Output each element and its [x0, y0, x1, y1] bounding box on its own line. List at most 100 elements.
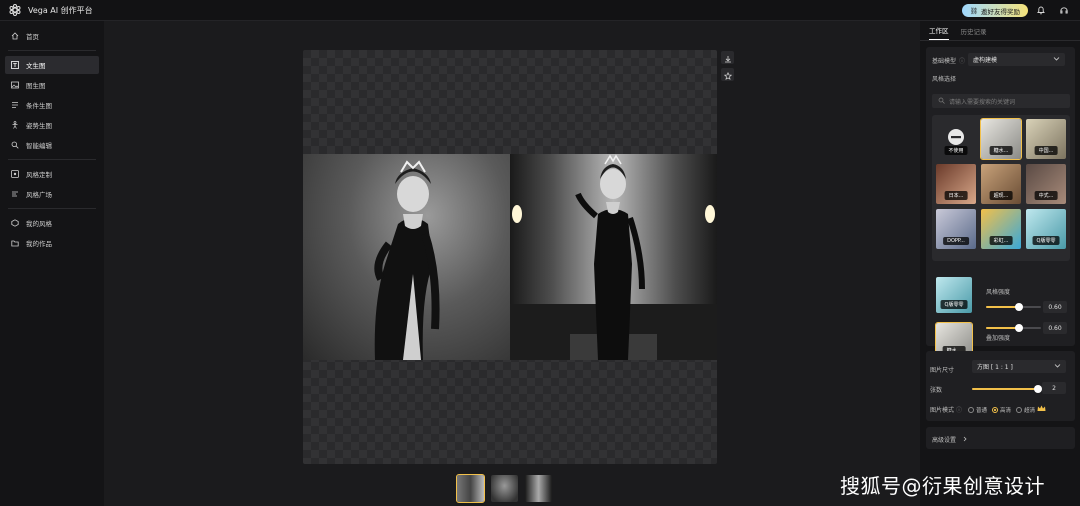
sidebar-item-label: 智能编辑 — [26, 142, 52, 150]
radio-dot — [968, 406, 975, 413]
style-tile-none[interactable]: 不使用 — [936, 119, 976, 159]
slider-knob[interactable] — [1015, 303, 1023, 311]
sidebar-item-my-works[interactable]: 我的作品 — [5, 234, 99, 252]
style-tile[interactable]: 超现... — [981, 164, 1021, 204]
image-canvas[interactable] — [303, 50, 717, 464]
search-placeholder: 请输入需要搜索的关键词 — [949, 98, 1016, 106]
crown-icon — [1037, 405, 1046, 414]
search-icon — [938, 97, 945, 106]
help-icon[interactable]: ⓘ — [956, 405, 962, 414]
style-tile[interactable]: DOPP... — [936, 209, 976, 249]
radio-label: 高清 — [1000, 407, 1012, 414]
top-bar: Vega AI 创作平台 ⛓ 邀好友得奖励 — [0, 0, 1080, 21]
style-label: 风格选择 — [932, 76, 957, 83]
favorite-button[interactable] — [721, 68, 734, 81]
overlay-strength-label: 叠加强度 — [986, 335, 1011, 342]
radio-normal[interactable]: 普通 — [968, 406, 987, 414]
count-label: 张数 — [930, 387, 943, 394]
generated-image-right[interactable] — [510, 154, 717, 360]
headset-icon[interactable] — [1058, 4, 1070, 16]
style-square-icon — [11, 190, 19, 198]
bell-icon[interactable] — [1035, 4, 1047, 16]
sidebar-item-smart-edit[interactable]: 智能编辑 — [5, 136, 99, 154]
sidebar-item-home[interactable]: 首页 — [5, 27, 99, 45]
overlay-strength-slider[interactable] — [986, 324, 1041, 332]
smart-edit-icon — [11, 141, 19, 149]
overlay-strength-value[interactable]: 0.60 — [1043, 322, 1067, 334]
style-tile-caption: 日本... — [944, 191, 968, 200]
output-settings-card: 图片尺寸 方图 [ 1 : 1 ] 张数 2 图片模式 ⓘ 普通 高清 超清 — [926, 351, 1075, 421]
sidebar-item-label: 文生图 — [26, 62, 46, 70]
invite-friends-button[interactable]: ⛓ 邀好友得奖励 — [961, 4, 1028, 17]
advanced-settings-label: 高级设置 — [932, 437, 957, 444]
style-tile[interactable]: Q版零零 — [1026, 209, 1066, 249]
settings-panel: 工作区 历史记录 基础模型 ⓘ 虚构建模 风格选择 请输入需要搜索的关键词 不使… — [920, 21, 1080, 506]
count-value[interactable]: 2 — [1042, 382, 1066, 394]
base-model-select[interactable]: 虚构建模 — [968, 53, 1065, 66]
slider-fill — [972, 388, 1038, 390]
sidebar-item-label: 首页 — [26, 33, 39, 41]
sidebar-item-my-style[interactable]: 我的风格 — [5, 214, 99, 232]
my-works-icon — [11, 239, 19, 247]
image-size-select[interactable]: 方图 [ 1 : 1 ] — [972, 360, 1066, 373]
sidebar-item-text-to-image[interactable]: 文生图 — [5, 56, 99, 74]
style-tile[interactable]: 中式... — [1026, 164, 1066, 204]
count-slider[interactable] — [972, 385, 1042, 393]
style-tile[interactable]: 中国... — [1026, 119, 1066, 159]
style-tile-caption: 不使用 — [944, 146, 968, 155]
model-style-card: 基础模型 ⓘ 虚构建模 风格选择 请输入需要搜索的关键词 不使用 糖水... 中… — [926, 47, 1075, 360]
condition-icon — [11, 101, 19, 109]
download-button[interactable] — [721, 51, 734, 64]
generated-image-left[interactable] — [303, 154, 510, 360]
radio-dot — [992, 406, 999, 413]
divider — [8, 208, 96, 209]
base-model-label: 基础模型 — [932, 58, 957, 65]
thumbnail[interactable] — [456, 474, 485, 503]
sidebar-item-image-to-image[interactable]: 图生图 — [5, 76, 99, 94]
slider-knob[interactable] — [1015, 324, 1023, 332]
style-tile-caption: Q版零零 — [1032, 236, 1060, 245]
radio-label: 超清 — [1024, 407, 1036, 414]
advanced-settings-row[interactable]: 高级设置 — [932, 435, 968, 444]
sidebar-item-pose[interactable]: 姿势生图 — [5, 116, 99, 134]
my-style-icon — [11, 219, 19, 227]
app-title: Vega AI 创作平台 — [28, 5, 93, 15]
sidebar-item-style-square[interactable]: 风格广场 — [5, 185, 99, 203]
radio-dot — [1016, 406, 1023, 413]
style-tile[interactable]: 彩虹... — [981, 209, 1021, 249]
watermark: 搜狐号@衍果创意设计 — [840, 474, 1045, 498]
divider — [8, 159, 96, 160]
style-strength-value[interactable]: 0.60 — [1043, 301, 1067, 313]
sidebar: 首页 文生图 图生图 条件生图 姿势生图 智能编辑 风格定制 风格广场 我的风格… — [0, 21, 104, 506]
home-icon — [11, 32, 19, 40]
style-tile[interactable]: 日本... — [936, 164, 976, 204]
sidebar-item-label: 条件生图 — [26, 102, 52, 110]
base-model-value: 虚构建模 — [973, 57, 998, 64]
vega-logo-icon[interactable] — [8, 3, 22, 17]
style-search-input[interactable]: 请输入需要搜索的关键词 — [932, 94, 1070, 108]
radio-label: 普通 — [976, 407, 988, 414]
text-image-icon — [11, 61, 19, 69]
sidebar-item-conditional[interactable]: 条件生图 — [5, 96, 99, 114]
style-tile[interactable]: 糖水... — [980, 118, 1022, 160]
slider-knob[interactable] — [1034, 385, 1042, 393]
sidebar-item-label: 姿势生图 — [26, 122, 52, 130]
help-icon[interactable]: ⓘ — [959, 56, 965, 65]
thumbnail-strip — [456, 474, 552, 503]
advanced-settings-card[interactable]: 高级设置 — [926, 427, 1075, 449]
tab-history[interactable]: 历史记录 — [961, 26, 987, 40]
image-size-value: 方图 [ 1 : 1 ] — [977, 364, 1013, 371]
no-style-icon — [948, 129, 964, 145]
thumbnail[interactable] — [525, 475, 552, 502]
style-tile-caption: Q版零零 — [940, 300, 968, 309]
image-size-label: 图片尺寸 — [930, 367, 955, 374]
radio-uhd[interactable]: 超清 — [1016, 405, 1046, 414]
style-strength-thumbnail[interactable]: Q版零零 — [936, 277, 972, 313]
sidebar-item-style-custom[interactable]: 风格定制 — [5, 165, 99, 183]
image-icon — [11, 81, 19, 89]
style-strength-slider[interactable] — [986, 303, 1041, 311]
thumbnail[interactable] — [491, 475, 518, 502]
radio-hd[interactable]: 高清 — [992, 406, 1011, 414]
sidebar-item-label: 风格广场 — [26, 191, 52, 199]
tab-workspace[interactable]: 工作区 — [929, 25, 949, 40]
